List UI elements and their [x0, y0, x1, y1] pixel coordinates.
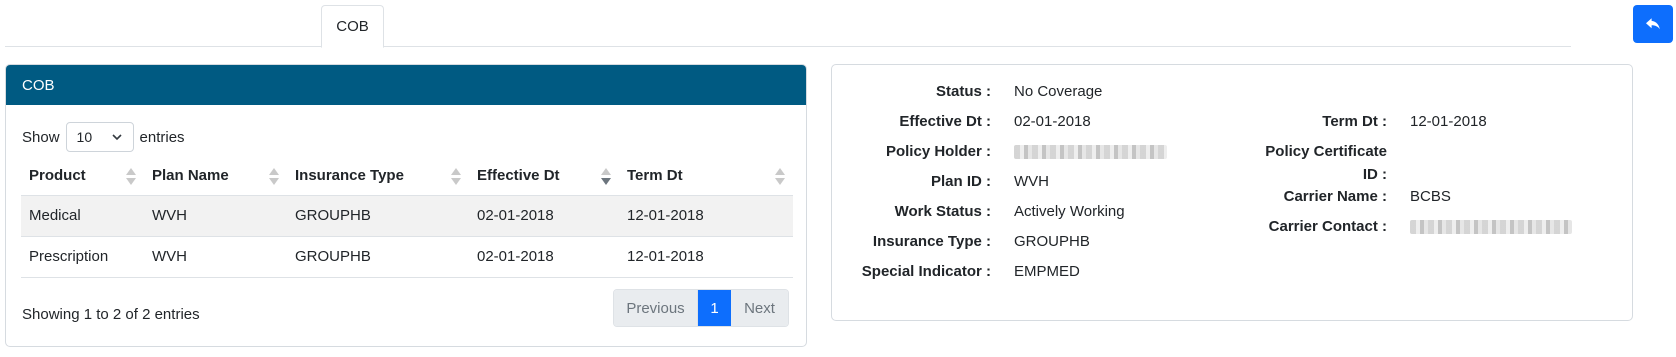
work-status-label: Work Status : [894, 203, 991, 220]
table-info: Showing 1 to 2 of 2 entries [22, 306, 200, 323]
status-label: Status : [935, 83, 991, 100]
reply-arrow-icon [1646, 18, 1660, 30]
table-row[interactable]: Medical WVH GROUPHB 02-01-2018 12-01-201… [21, 195, 793, 237]
status-value: No Coverage [1014, 83, 1103, 100]
carrier-contact-redacted [1410, 220, 1572, 234]
table-row[interactable]: Prescription WVH GROUPHB 02-01-2018 12-0… [21, 236, 793, 278]
entries-label: entries [139, 128, 185, 146]
carrier-name-value: BCBS [1410, 188, 1451, 205]
cob-details-card: Status : No Coverage Effective Dt : 02-0… [831, 64, 1633, 321]
cell-insurance-type: GROUPHB [287, 195, 469, 237]
policy-certificate-id-label-line2: ID : [1362, 166, 1387, 183]
cell-product: Medical [21, 195, 144, 237]
column-header-insurance-type[interactable]: Insurance Type [287, 157, 469, 196]
tab-bar: COB [5, 5, 1571, 48]
cob-card-title: COB [6, 65, 806, 105]
column-header-effective-dt[interactable]: Effective Dt [469, 157, 619, 196]
tab-cob[interactable]: COB [321, 5, 384, 48]
plan-id-value: WVH [1014, 173, 1049, 190]
entries-length-control: Show 10 entries [22, 122, 185, 152]
cell-term-dt: 12-01-2018 [619, 195, 793, 237]
carrier-contact-label: Carrier Contact : [1268, 218, 1387, 235]
cob-table: Product Plan Name Insurance Type Effecti… [21, 157, 793, 278]
special-indicator-label: Special Indicator : [861, 263, 991, 280]
carrier-name-label: Carrier Name : [1283, 188, 1387, 205]
effective-dt-label: Effective Dt : [899, 113, 991, 130]
column-header-plan-name[interactable]: Plan Name [144, 157, 287, 196]
column-header-term-dt[interactable]: Term Dt [619, 157, 793, 196]
previous-page-button[interactable]: Previous [614, 290, 698, 326]
cell-insurance-type: GROUPHB [287, 236, 469, 278]
chevron-down-icon [111, 134, 122, 141]
table-header-row: Product Plan Name Insurance Type Effecti… [21, 157, 793, 196]
cell-product: Prescription [21, 236, 144, 278]
show-label: Show [22, 128, 60, 146]
next-page-button[interactable]: Next [731, 290, 788, 326]
policy-holder-label: Policy Holder : [885, 143, 991, 160]
cell-term-dt: 12-01-2018 [619, 236, 793, 278]
term-dt-label: Term Dt : [1322, 113, 1387, 130]
entries-select-value: 10 [76, 129, 93, 145]
cell-effective-dt: 02-01-2018 [469, 195, 619, 237]
insurance-type-label: Insurance Type : [872, 233, 991, 250]
policy-holder-redacted [1014, 145, 1167, 159]
cob-card: COB Show 10 entries Product Plan Name In… [5, 64, 807, 347]
work-status-value: Actively Working [1014, 203, 1125, 220]
cell-plan-name: WVH [144, 236, 287, 278]
plan-id-label: Plan ID : [930, 173, 991, 190]
sort-arrows-icon [126, 168, 136, 186]
sort-arrows-icon [269, 168, 279, 186]
term-dt-value: 12-01-2018 [1410, 113, 1487, 130]
insurance-type-value: GROUPHB [1014, 233, 1090, 250]
policy-certificate-id-label-line1: Policy Certificate [1265, 143, 1387, 160]
sort-arrows-icon [775, 168, 785, 186]
column-header-product[interactable]: Product [21, 157, 144, 196]
page-1-button[interactable]: 1 [698, 290, 731, 326]
cell-plan-name: WVH [144, 195, 287, 237]
sort-arrows-icon [451, 168, 461, 186]
entries-select[interactable]: 10 [65, 122, 134, 152]
back-button[interactable] [1633, 5, 1673, 43]
pagination: Previous 1 Next [613, 289, 789, 327]
effective-dt-value: 02-01-2018 [1014, 113, 1091, 130]
sort-desc-icon [601, 168, 611, 186]
cell-effective-dt: 02-01-2018 [469, 236, 619, 278]
special-indicator-value: EMPMED [1014, 263, 1080, 280]
